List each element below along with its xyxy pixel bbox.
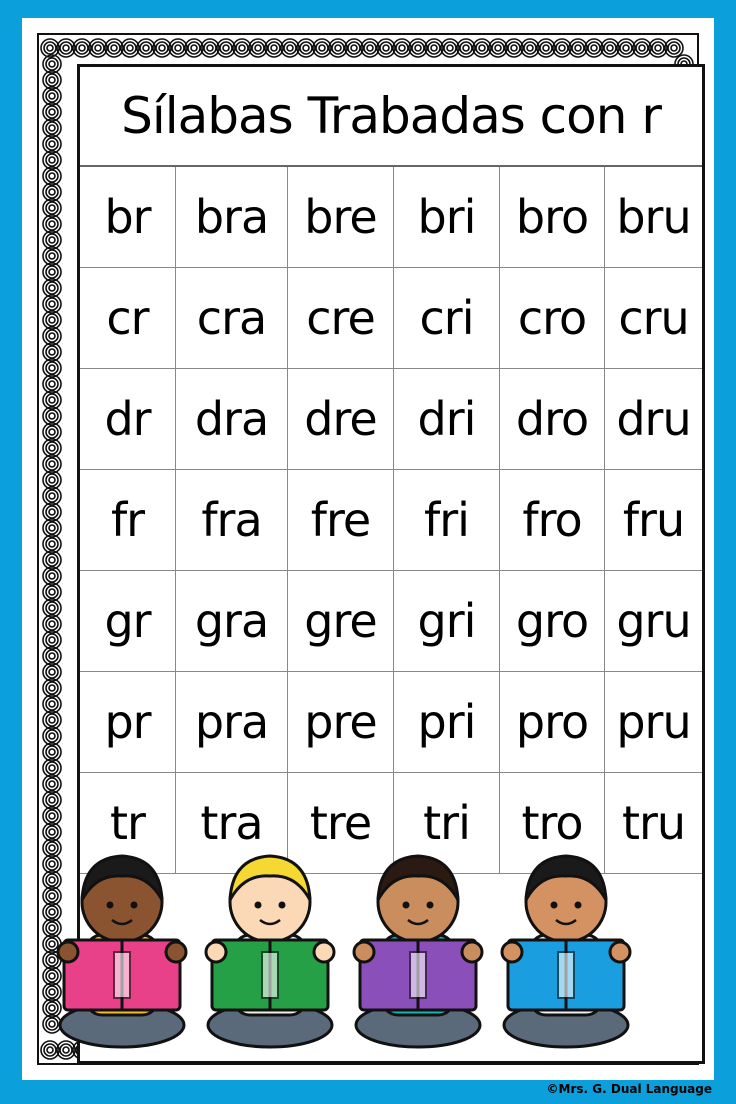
- page-title: Sílabas Trabadas con r: [80, 67, 702, 167]
- syllable-grid: br bra bre bri bro bru cr cra cre cri cro cru dr dra d…: [80, 167, 702, 874]
- syllable-cell: bra: [176, 167, 288, 268]
- boy-blue-book: [500, 854, 632, 1049]
- syllable-cell: pre: [288, 672, 394, 773]
- syllable-cell: pra: [176, 672, 288, 773]
- girl-pink-book: [56, 854, 188, 1049]
- syllable-cell: dri: [394, 369, 500, 470]
- copyright-text: ©Mrs. G. Dual Language: [546, 1082, 712, 1096]
- syllable-cell: cri: [394, 268, 500, 369]
- syllable-cell: bro: [500, 167, 605, 268]
- syllable-cell: bre: [288, 167, 394, 268]
- blend-label-cell: gr: [80, 571, 176, 672]
- blend-label-cell: pr: [80, 672, 176, 773]
- syllable-cell: fri: [394, 470, 500, 571]
- swirl-ornament: [664, 38, 684, 58]
- reading-kids-illustration: [56, 854, 632, 1049]
- syllable-cell: dro: [500, 369, 605, 470]
- blend-label-cell: cr: [80, 268, 176, 369]
- syllable-cell: gru: [605, 571, 702, 672]
- blend-label-cell: br: [80, 167, 176, 268]
- girl-purple-book: [352, 854, 484, 1049]
- syllable-cell: fru: [605, 470, 702, 571]
- syllable-cell: pru: [605, 672, 702, 773]
- blend-label-cell: dr: [80, 369, 176, 470]
- syllable-cell: fro: [500, 470, 605, 571]
- syllable-cell: gre: [288, 571, 394, 672]
- syllable-cell: bru: [605, 167, 702, 268]
- syllable-cell: cro: [500, 268, 605, 369]
- syllable-cell: gro: [500, 571, 605, 672]
- syllable-cell: pro: [500, 672, 605, 773]
- syllable-cell: gra: [176, 571, 288, 672]
- syllable-cell: gri: [394, 571, 500, 672]
- syllable-cell: fre: [288, 470, 394, 571]
- syllable-cell: fra: [176, 470, 288, 571]
- syllable-cell: dre: [288, 369, 394, 470]
- blend-label-cell: fr: [80, 470, 176, 571]
- syllable-cell: dru: [605, 369, 702, 470]
- syllable-cell: cre: [288, 268, 394, 369]
- boy-green-book: [204, 854, 336, 1049]
- syllable-cell: dra: [176, 369, 288, 470]
- syllable-cell: bri: [394, 167, 500, 268]
- syllable-cell: cru: [605, 268, 702, 369]
- syllable-cell: pri: [394, 672, 500, 773]
- syllable-cell: cra: [176, 268, 288, 369]
